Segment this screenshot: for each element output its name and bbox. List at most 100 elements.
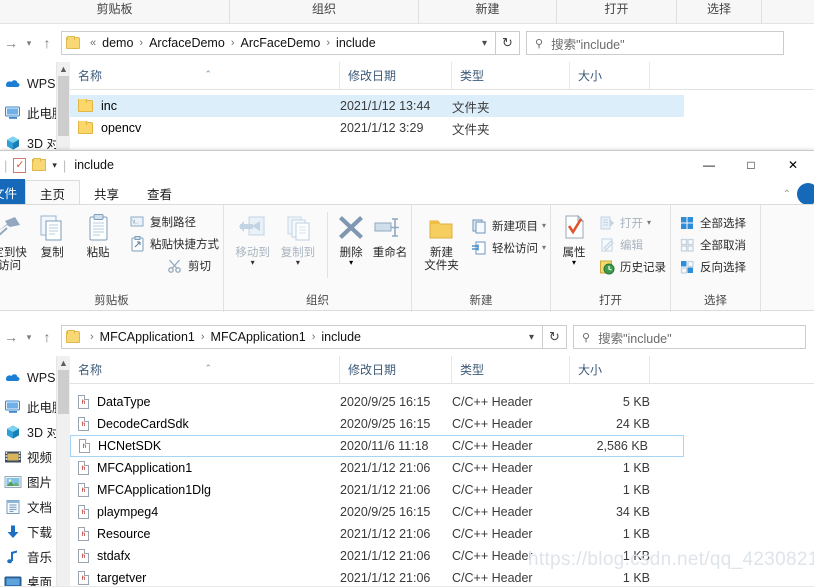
column-header-type[interactable]: 类型 <box>452 62 570 90</box>
scrollbar-thumb[interactable] <box>58 76 69 136</box>
table-row[interactable]: hMFCApplication12021/1/12 21:06C/C++ Hea… <box>70 457 684 479</box>
tab-share[interactable]: 共享 <box>80 181 133 205</box>
up-button[interactable]: ↑ <box>36 31 58 55</box>
minimize-button[interactable]: — <box>688 151 730 179</box>
scroll-up-icon[interactable]: ▲ <box>57 62 70 76</box>
ribbon-divider <box>327 212 328 278</box>
column-header-name[interactable]: 名称 ⌃ <box>70 62 340 90</box>
column-header-date[interactable]: 修改日期 <box>340 62 452 90</box>
select-none-button[interactable]: 全部取消 <box>675 235 750 254</box>
chevron-down-icon[interactable]: ▾ <box>542 243 546 252</box>
scroll-up-icon[interactable]: ▲ <box>57 356 70 370</box>
copy-path-button[interactable]: \\.. 复制路径 <box>125 212 223 231</box>
folder-icon <box>66 37 80 49</box>
delete-button[interactable]: 删除 ▾ <box>333 210 369 266</box>
table-row[interactable]: hDecodeCardSdk2020/9/25 16:15C/C++ Heade… <box>70 413 684 435</box>
breadcrumb-segment[interactable]: ArcFaceDemo <box>239 36 321 50</box>
maximize-button[interactable]: □ <box>730 151 772 179</box>
table-row[interactable]: inc 2021/1/12 13:44 文件夹 <box>70 95 684 117</box>
breadcrumb-segment[interactable]: include <box>320 330 362 344</box>
table-row[interactable]: opencv 2021/1/12 3:29 文件夹 <box>70 117 684 139</box>
tab-view[interactable]: 查看 <box>133 181 186 205</box>
chevron-down-icon[interactable]: ▾ <box>296 260 300 266</box>
forward-button[interactable]: → <box>0 325 22 349</box>
breadcrumb-segment[interactable]: demo <box>101 36 134 50</box>
column-header-type[interactable]: 类型 <box>452 356 570 384</box>
select-all-button[interactable]: 全部选择 <box>675 213 750 232</box>
new-item-button[interactable]: 新建项目 ▾ <box>467 216 550 235</box>
table-row[interactable]: hplaympeg42020/9/25 16:15C/C++ Header34 … <box>70 501 684 523</box>
paste-shortcut-button[interactable]: 粘贴快捷方式 <box>125 234 223 253</box>
help-circle-icon[interactable] <box>797 183 814 205</box>
breadcrumb-overflow[interactable]: « <box>85 37 101 49</box>
top-search-box[interactable]: ⚲ 搜索"include" <box>526 31 784 55</box>
chevron-down-icon[interactable]: ▾ <box>572 260 576 266</box>
breadcrumb-segment[interactable]: MFCApplication1 <box>99 330 196 344</box>
cut-button[interactable]: 剪切 <box>163 256 223 275</box>
bottom-search-box[interactable]: ⚲ 搜索"include" <box>573 325 806 349</box>
paste-shortcut-icon <box>129 236 146 252</box>
select-all-icon <box>679 215 696 231</box>
folder-icon[interactable] <box>32 159 46 171</box>
open-button[interactable]: 打开 ▾ <box>595 213 670 232</box>
history-button[interactable]: 历史记录 <box>595 257 670 276</box>
breadcrumb-segment[interactable]: MFCApplication1 <box>210 330 307 344</box>
new-item-label: 新建项目 <box>492 218 538 234</box>
column-header-blank[interactable] <box>650 356 814 384</box>
properties-icon[interactable] <box>13 158 26 173</box>
up-button[interactable]: ↑ <box>36 325 58 349</box>
easy-access-button[interactable]: 轻松访问 ▾ <box>467 238 550 257</box>
collapse-ribbon-icon[interactable]: ⌃ <box>783 189 791 200</box>
top-nav-scrollbar[interactable]: ▲ <box>56 62 70 150</box>
refresh-button[interactable]: ↻ <box>496 31 520 55</box>
table-row[interactable]: hHCNetSDK2020/11/6 11:18C/C++ Header2,58… <box>70 435 684 457</box>
column-header-size[interactable]: 大小 <box>570 62 650 90</box>
edit-button[interactable]: 编辑 <box>595 235 670 254</box>
properties-button[interactable]: 属性 ▾ <box>557 210 591 266</box>
column-header-blank[interactable] <box>650 62 810 90</box>
chevron-down-icon[interactable]: ▾ <box>647 218 651 227</box>
open-icon <box>599 215 616 231</box>
copy-button[interactable]: 复制 <box>29 210 75 260</box>
bottom-nav-scrollbar[interactable]: ▲ <box>56 356 70 587</box>
pin-to-quick-access-button[interactable]: 定到快 访问 <box>0 210 29 273</box>
breadcrumb-segment[interactable]: include <box>335 36 377 50</box>
bottom-title-bar[interactable]: | ▾ | include — □ ✕ <box>0 151 814 179</box>
top-breadcrumb[interactable]: « demo › ArcfaceDemo › ArcFaceDemo › inc… <box>61 31 496 55</box>
chevron-down-icon[interactable]: ▾ <box>525 332 540 343</box>
scrollbar-thumb[interactable] <box>58 370 69 414</box>
table-row[interactable]: hResource2021/1/12 21:06C/C++ Header1 KB <box>70 523 684 545</box>
chevron-down-icon[interactable]: ▾ <box>251 260 255 266</box>
new-folder-label-line2: 文件夹 <box>424 260 459 273</box>
refresh-button[interactable]: ↻ <box>543 325 567 349</box>
rename-button[interactable]: 重命名 <box>369 210 411 260</box>
customize-qat-caret-icon[interactable]: ▾ <box>52 160 57 171</box>
close-button[interactable]: ✕ <box>772 151 814 179</box>
file-size: 1 KB <box>570 461 650 475</box>
paste-button[interactable]: 粘贴 <box>75 210 121 260</box>
recent-locations-button[interactable]: ▾ <box>22 31 36 55</box>
file-date: 2020/9/25 16:15 <box>340 505 452 519</box>
tab-file[interactable]: 文件 <box>0 179 25 205</box>
clipboard-small-buttons: \\.. 复制路径 粘贴快捷方式 <box>125 210 223 275</box>
table-row[interactable]: hMFCApplication1Dlg2021/1/12 21:06C/C++ … <box>70 479 684 501</box>
recent-locations-button[interactable]: ▾ <box>22 325 36 349</box>
invert-selection-button[interactable]: 反向选择 <box>675 257 750 276</box>
breadcrumb-segment[interactable]: ArcfaceDemo <box>148 36 226 50</box>
chevron-down-icon[interactable]: ▾ <box>542 221 546 230</box>
column-header-size[interactable]: 大小 <box>570 356 650 384</box>
chevron-down-icon[interactable]: ▾ <box>349 260 353 266</box>
bottom-breadcrumb[interactable]: › MFCApplication1 › MFCApplication1 › in… <box>61 325 543 349</box>
column-header-date[interactable]: 修改日期 <box>340 356 452 384</box>
move-to-button[interactable]: 移动到 ▾ <box>230 210 275 266</box>
new-folder-button[interactable]: 新建 文件夹 <box>420 210 463 273</box>
column-header-name[interactable]: 名称 ⌃ <box>70 356 340 384</box>
chevron-down-icon[interactable]: ▾ <box>478 38 493 49</box>
file-name: Resource <box>97 527 151 541</box>
forward-button[interactable]: → <box>0 31 22 55</box>
desktop-icon <box>4 574 22 587</box>
table-row[interactable]: hDataType2020/9/25 16:15C/C++ Header5 KB <box>70 391 684 413</box>
tab-home[interactable]: 主页 <box>25 180 80 206</box>
h-file-icon: h <box>78 461 89 475</box>
copy-to-button[interactable]: 复制到 ▾ <box>275 210 320 266</box>
